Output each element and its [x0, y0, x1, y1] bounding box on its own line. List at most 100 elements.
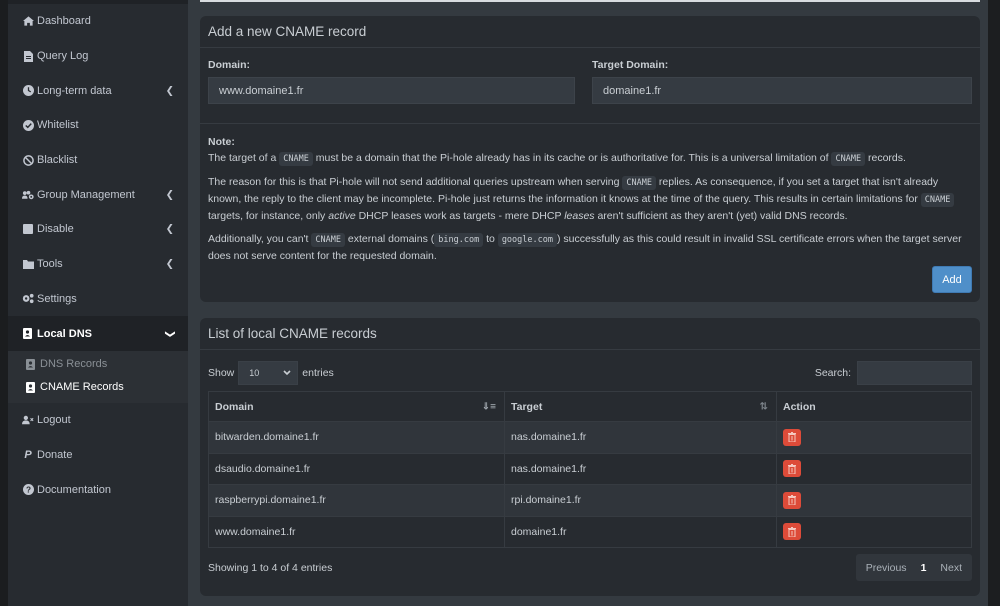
- chevron-left-icon: ❮: [165, 258, 174, 270]
- add-button[interactable]: Add: [932, 266, 972, 293]
- action-cell: [776, 452, 972, 485]
- sidebar-item-label: Disable: [37, 223, 74, 236]
- question-circle-icon: ?: [22, 484, 34, 496]
- address-book-icon: [22, 328, 34, 340]
- sidebar-item-dashboard[interactable]: Dashboard: [8, 4, 188, 39]
- window-edge-right: [988, 0, 1000, 606]
- address-book-icon: [25, 381, 37, 393]
- trash-icon: [788, 526, 796, 537]
- target-domain-input[interactable]: [592, 77, 972, 104]
- local-dns-submenu: DNS Records CNAME Records: [8, 350, 188, 403]
- sidebar-item-label: Tools: [37, 258, 63, 271]
- note-paragraph-3: Additionally, you can't CNAME external d…: [208, 233, 962, 262]
- cogs-icon: [22, 293, 34, 305]
- sort-icon: ⇅: [759, 401, 768, 412]
- page-1-button[interactable]: 1: [917, 562, 931, 574]
- previous-page-button[interactable]: Previous: [856, 562, 917, 574]
- users-cog-icon: [22, 189, 34, 201]
- table-row: raspberrypi.domaine1.fr rpi.domaine1.fr: [208, 484, 972, 517]
- note-paragraph-1: The target of a CNAME must be a domain t…: [208, 152, 906, 166]
- sidebar-item-local-dns[interactable]: Local DNS ❮: [8, 316, 188, 351]
- sidebar-subitem-dns-records[interactable]: DNS Records: [8, 353, 188, 376]
- chevron-left-icon: ❮: [165, 85, 174, 97]
- address-book-icon: [25, 358, 37, 370]
- sidebar-item-group-management[interactable]: Group Management ❮: [8, 177, 188, 212]
- action-cell: [776, 515, 972, 548]
- domain-label: Domain:: [208, 59, 250, 71]
- sidebar-item-label: Donate: [37, 448, 73, 461]
- chevron-left-icon: ❮: [165, 189, 174, 201]
- domain-cell: raspberrypi.domaine1.fr: [208, 484, 505, 517]
- trash-icon: [788, 432, 796, 443]
- domain-input[interactable]: [208, 77, 575, 104]
- entries-label: entries: [302, 367, 334, 379]
- cname-table: Domain ⇓≡ Target ⇅ Action bitwarden.domain…: [208, 391, 972, 548]
- add-cname-box: Add a new CNAME record Domain: Target Do…: [200, 16, 980, 302]
- clock-icon: [22, 85, 34, 97]
- target-domain-label: Target Domain:: [592, 59, 669, 71]
- target-cell: rpi.domaine1.fr: [504, 484, 777, 517]
- note-title: Note:: [208, 136, 235, 148]
- sidebar-item-disable[interactable]: Disable ❮: [8, 212, 188, 247]
- sidebar-item-label: Settings: [37, 292, 77, 305]
- trash-icon: [788, 495, 796, 506]
- table-row: dsaudio.domaine1.fr nas.domaine1.fr: [208, 452, 972, 485]
- target-cell: nas.domaine1.fr: [504, 421, 777, 454]
- sidebar-item-label: Long-term data: [37, 84, 112, 97]
- sidebar-item-query-log[interactable]: Query Log: [8, 39, 188, 74]
- sidebar: Dashboard Query Log Long-term data ❮ Whi…: [8, 0, 188, 606]
- file-icon: [22, 50, 34, 62]
- window-edge-left: [0, 0, 8, 606]
- domain-cell: dsaudio.domaine1.fr: [208, 452, 505, 485]
- sidebar-item-tools[interactable]: Tools ❮: [8, 247, 188, 282]
- delete-button[interactable]: [783, 428, 801, 446]
- chevron-down-icon: [283, 368, 291, 378]
- page-length-select[interactable]: 10: [238, 361, 299, 385]
- sidebar-subitem-label: DNS Records: [40, 358, 108, 371]
- table-info: Showing 1 to 4 of 4 entries: [208, 562, 333, 574]
- note-text: Note: The target of a CNAME must be a do…: [200, 124, 980, 264]
- svg-text:?: ?: [25, 486, 30, 495]
- sidebar-item-blacklist[interactable]: Blacklist: [8, 143, 188, 178]
- delete-button[interactable]: [783, 460, 801, 478]
- search-label: Search:: [814, 367, 851, 379]
- chevron-left-icon: ❮: [165, 223, 174, 235]
- chevron-down-icon: ❮: [164, 329, 176, 338]
- sidebar-subitem-label: CNAME Records: [40, 381, 124, 394]
- sidebar-subitem-cname-records[interactable]: CNAME Records: [8, 376, 188, 399]
- home-icon: [22, 15, 34, 27]
- folder-icon: [22, 258, 34, 270]
- next-page-button[interactable]: Next: [930, 562, 972, 574]
- domain-cell: bitwarden.domaine1.fr: [208, 421, 505, 454]
- sort-ascending-icon: ⇓≡: [481, 401, 496, 412]
- search-input[interactable]: [857, 361, 972, 385]
- delete-button[interactable]: [783, 523, 801, 541]
- table-row: bitwarden.domaine1.fr nas.domaine1.fr: [208, 421, 972, 454]
- sidebar-item-settings[interactable]: Settings: [8, 282, 188, 317]
- column-header-domain[interactable]: Domain ⇓≡: [208, 391, 505, 422]
- delete-button[interactable]: [783, 491, 801, 509]
- sidebar-item-label: Local DNS: [37, 327, 93, 340]
- add-cname-title: Add a new CNAME record: [200, 16, 980, 48]
- note-paragraph-2: The reason for this is that Pi-hole will…: [208, 174, 972, 224]
- sidebar-item-label: Blacklist: [37, 154, 78, 167]
- stop-icon: [22, 223, 34, 235]
- target-cell: nas.domaine1.fr: [504, 452, 777, 485]
- ban-icon: [22, 154, 34, 166]
- cname-list-title: List of local CNAME records: [200, 318, 980, 350]
- sidebar-item-label: Dashboard: [37, 15, 91, 28]
- sidebar-item-donate[interactable]: P Donate: [8, 438, 188, 473]
- check-circle-icon: [22, 119, 34, 131]
- sidebar-item-label: Logout: [37, 414, 71, 427]
- sidebar-item-label: Whitelist: [37, 119, 79, 132]
- pagination: Previous 1 Next: [855, 554, 972, 581]
- sidebar-item-long-term-data[interactable]: Long-term data ❮: [8, 73, 188, 108]
- sidebar-item-logout[interactable]: Logout: [8, 403, 188, 438]
- sidebar-item-label: Query Log: [37, 50, 89, 63]
- column-header-target[interactable]: Target ⇅: [504, 391, 777, 422]
- sidebar-item-documentation[interactable]: ? Documentation: [8, 472, 188, 507]
- cname-list-box: List of local CNAME records Show 10 entr…: [200, 318, 980, 596]
- column-header-action: Action: [776, 391, 972, 422]
- sidebar-item-whitelist[interactable]: Whitelist: [8, 108, 188, 143]
- paypal-icon: P: [24, 448, 32, 461]
